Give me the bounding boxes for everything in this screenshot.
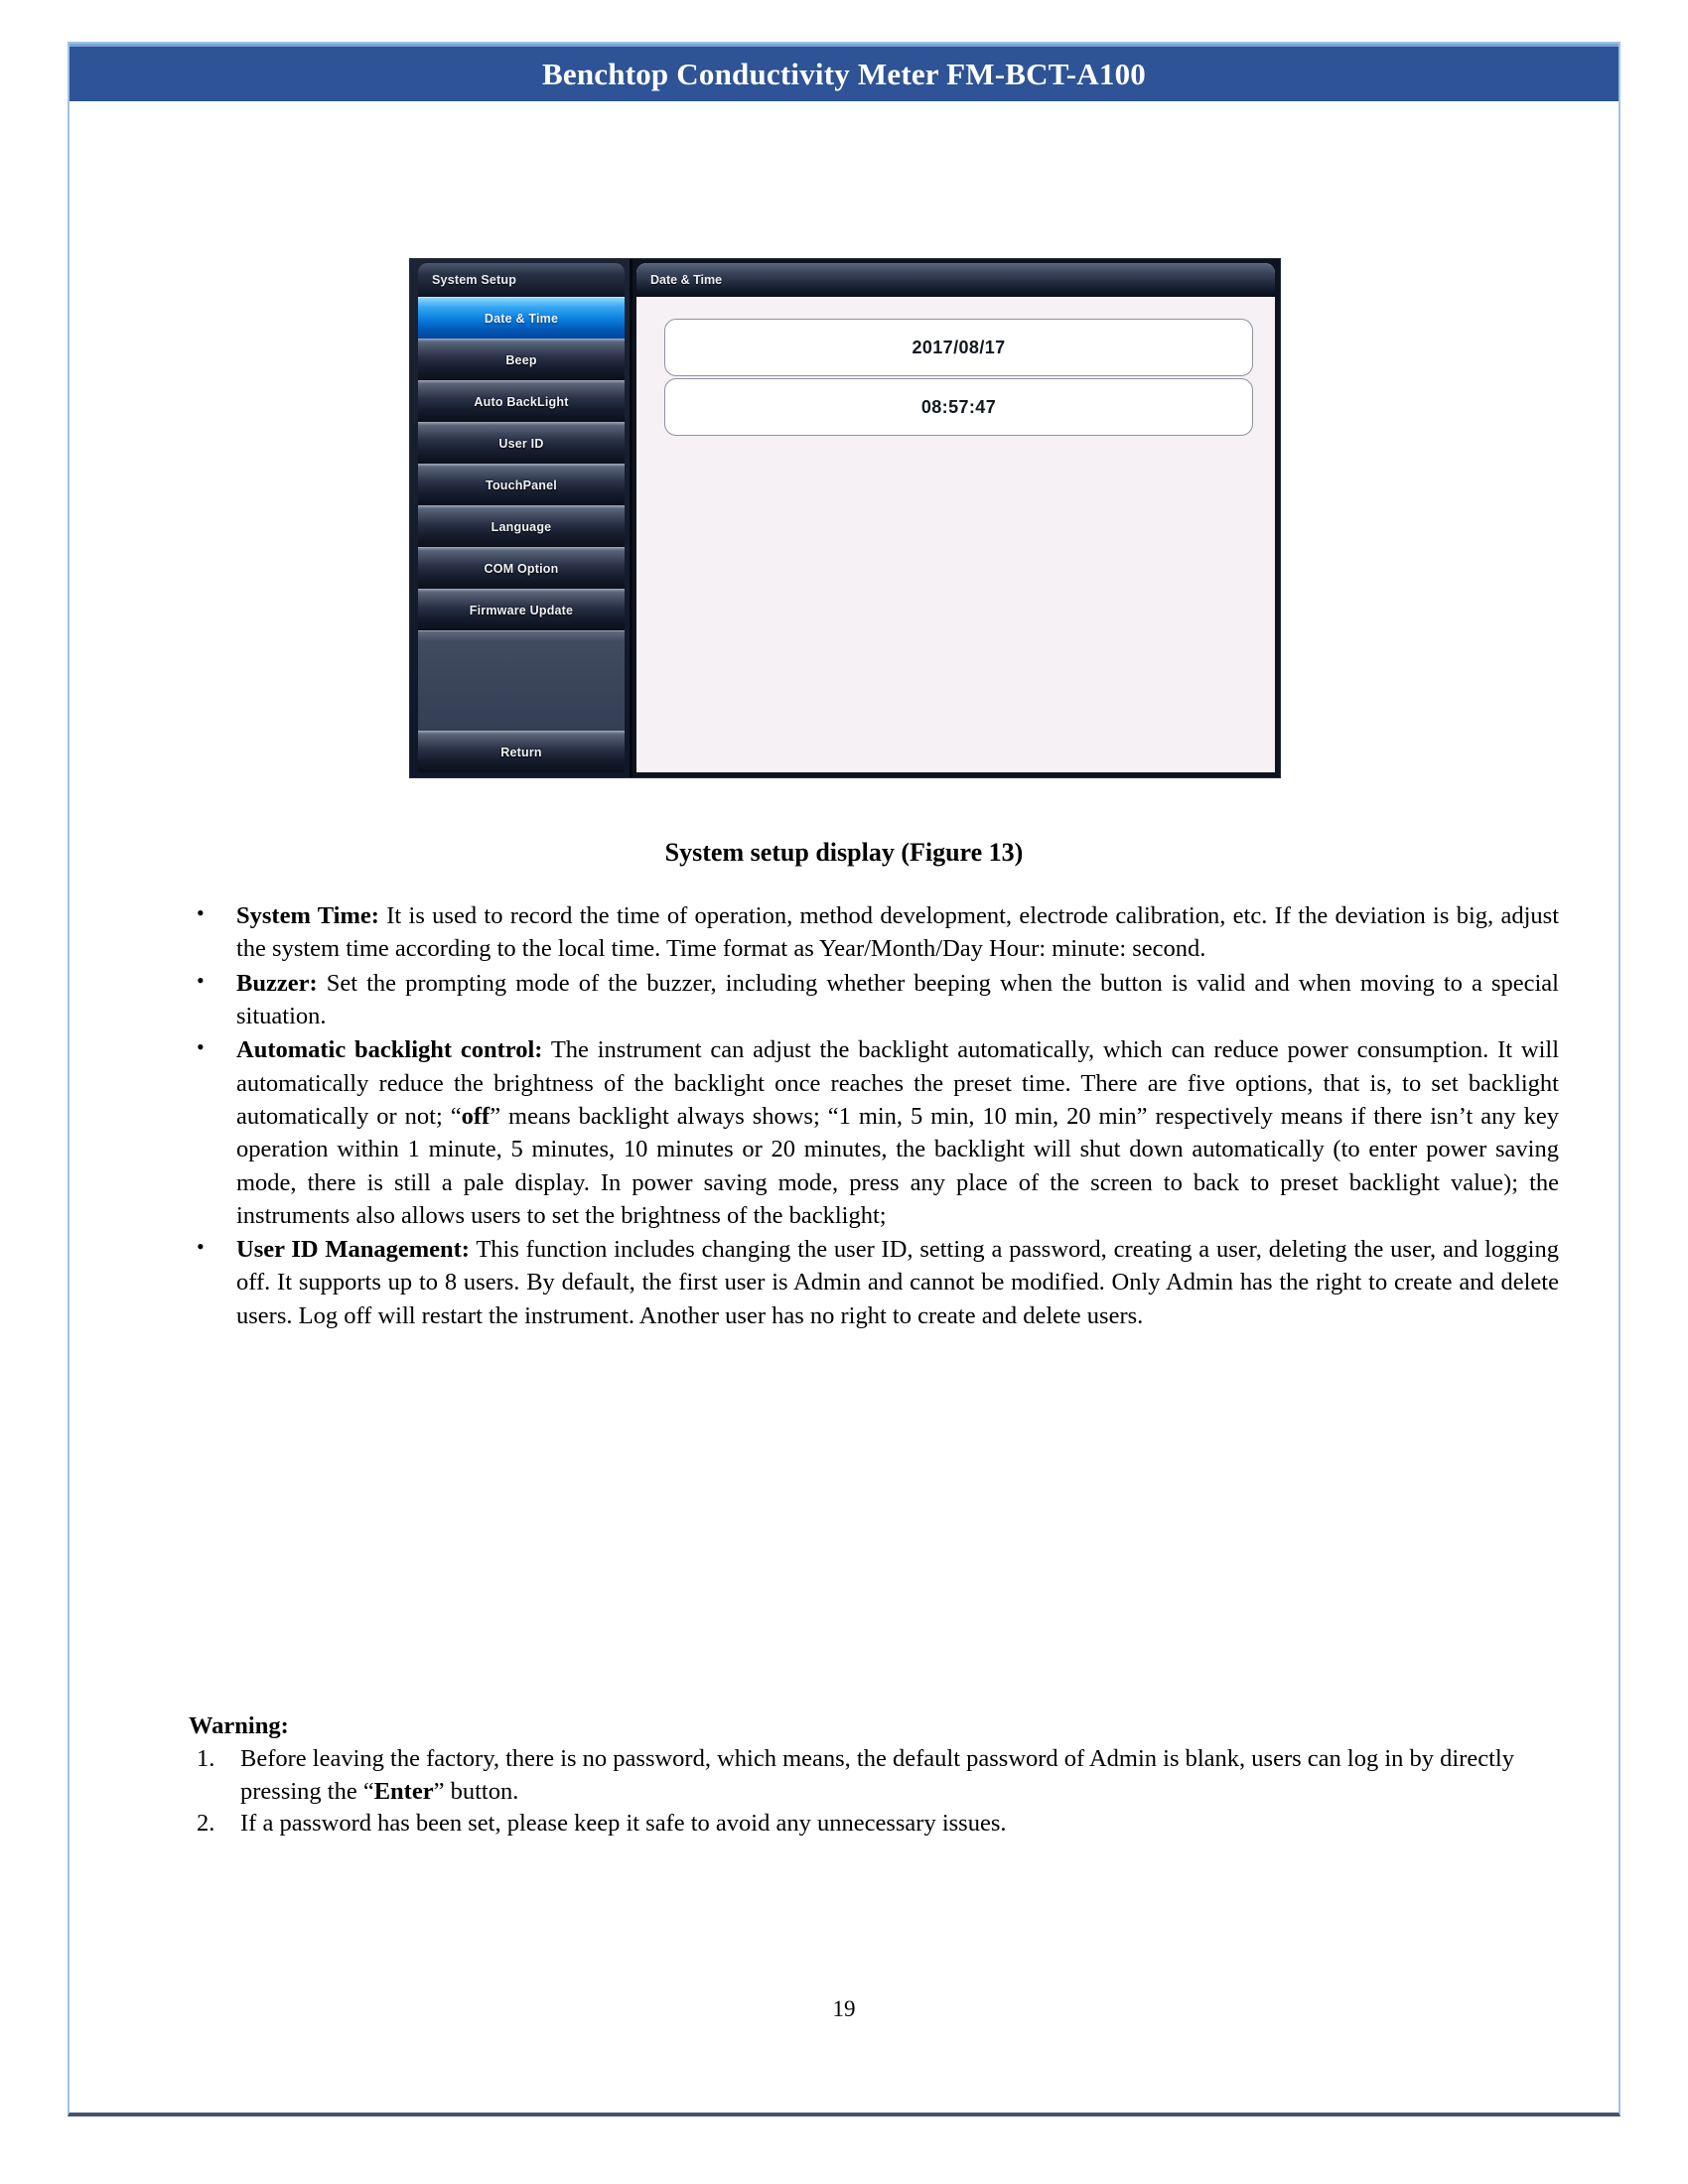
device-screen: System Setup Date & Time Beep Auto BackL… [409, 258, 1281, 778]
sidebar-item-language[interactable]: Language [418, 505, 625, 547]
device-main-panel-title: Date & Time [636, 263, 1275, 297]
device-sidebar-title-label: System Setup [432, 273, 517, 287]
warning-text-part1: If a password has been set, please keep … [240, 1810, 1007, 1838]
warning-emphasis: Enter [373, 1777, 434, 1805]
warning-section: Warning: Before leaving the factory, the… [179, 1710, 1559, 1841]
sidebar-item-label: TouchPanel [486, 478, 557, 492]
bullet-lead: Buzzer: [236, 969, 318, 997]
sidebar-item-touchpanel[interactable]: TouchPanel [418, 464, 625, 505]
sidebar-item-com-option[interactable]: COM Option [418, 547, 625, 589]
sidebar-item-label: COM Option [484, 561, 559, 576]
bullet-automatic-backlight-control: Automatic backlight control: The instrum… [179, 1032, 1559, 1232]
bullet-emphasis: off [461, 1102, 491, 1130]
warning-list: Before leaving the factory, there is no … [179, 1743, 1559, 1841]
device-sidebar-title: System Setup [418, 263, 625, 297]
bullet-lead: System Time: [236, 902, 379, 929]
bullet-buzzer: Buzzer: Set the prompting mode of the bu… [179, 966, 1559, 1033]
figure-caption: System setup display (Figure 13) [664, 838, 1024, 867]
device-main-panel: Date & Time 2017/08/17 08:57:47 [633, 259, 1280, 777]
bullet-lead: Automatic backlight control: [236, 1036, 543, 1064]
sidebar-item-firmware-update[interactable]: Firmware Update [418, 589, 625, 630]
sidebar-item-label: Beep [505, 352, 537, 367]
sidebar-item-return[interactable]: Return [418, 731, 625, 772]
date-field[interactable]: 2017/08/17 [664, 319, 1253, 376]
sidebar-filler [418, 630, 625, 731]
sidebar-item-label: Language [491, 519, 552, 534]
sidebar-item-label: User ID [498, 436, 544, 451]
sidebar-item-label: Return [500, 745, 542, 759]
bullet-lead: User ID Management: [236, 1236, 470, 1264]
sidebar-item-label: Firmware Update [469, 603, 574, 617]
page-title: Benchtop Conductivity Meter FM-BCT-A100 [542, 56, 1146, 91]
figure-device-screenshot: System Setup Date & Time Beep Auto BackL… [409, 258, 1281, 778]
warning-text-part2: ” button. [433, 1777, 519, 1805]
sidebar-item-label: Date & Time [484, 311, 559, 326]
bullet-user-id-management: User ID Management: This function includ… [179, 1232, 1559, 1332]
feature-bullet-list: System Time: It is used to record the ti… [179, 898, 1559, 1332]
bullet-text: Set the prompting mode of the buzzer, in… [236, 969, 1559, 1029]
device-main-panel-title-label: Date & Time [650, 273, 723, 287]
body-content: System Time: It is used to record the ti… [179, 898, 1559, 1333]
warning-item: Before leaving the factory, there is no … [179, 1743, 1559, 1809]
bullet-text: It is used to record the time of operati… [236, 902, 1559, 963]
time-field[interactable]: 08:57:47 [664, 378, 1253, 436]
page-header-band: Benchtop Conductivity Meter FM-BCT-A100 [70, 44, 1618, 101]
sidebar-item-date-time[interactable]: Date & Time [418, 297, 625, 339]
date-field-value: 2017/08/17 [912, 337, 1006, 357]
bullet-system-time: System Time: It is used to record the ti… [179, 898, 1559, 966]
page-number: 19 [832, 1996, 856, 2021]
document-page: Benchtop Conductivity Meter FM-BCT-A100 … [68, 42, 1620, 2116]
sidebar-item-user-id[interactable]: User ID [418, 422, 625, 464]
sidebar-item-auto-backlight[interactable]: Auto BackLight [418, 380, 625, 422]
device-sidebar: System Setup Date & Time Beep Auto BackL… [410, 259, 633, 777]
warning-heading: Warning: [189, 1712, 289, 1739]
time-field-value: 08:57:47 [920, 396, 997, 417]
sidebar-item-label: Auto BackLight [474, 394, 569, 409]
sidebar-item-beep[interactable]: Beep [418, 339, 625, 380]
warning-item: If a password has been set, please keep … [179, 1808, 1559, 1841]
